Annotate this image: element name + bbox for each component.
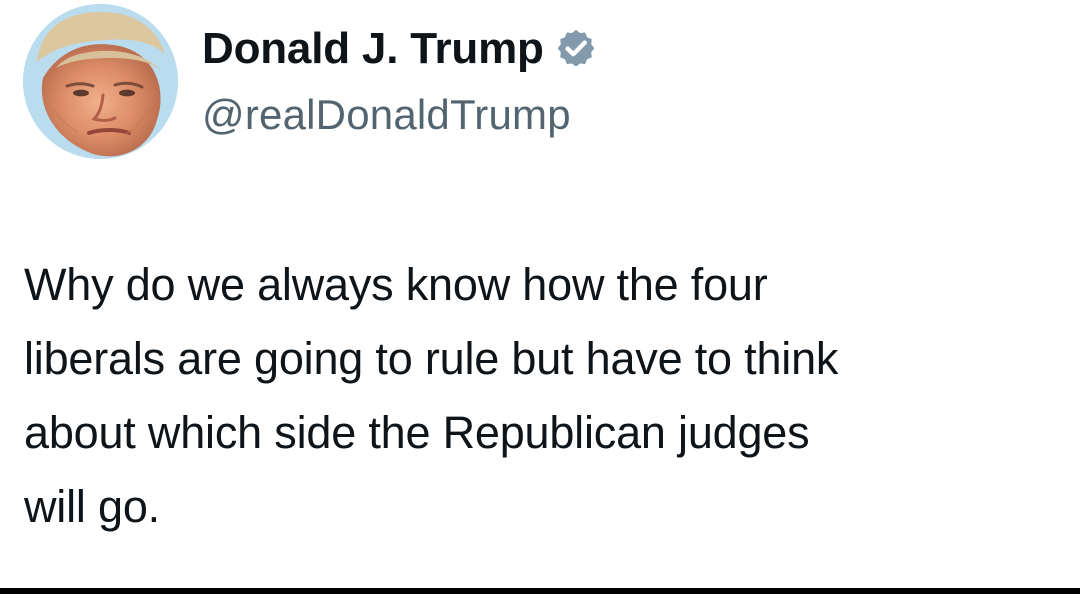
author-display-name[interactable]: Donald J. Trump [202, 18, 544, 80]
avatar-portrait-image [23, 4, 178, 159]
tweet-text: Why do we always know how the four liber… [24, 248, 1054, 544]
verified-badge-icon[interactable] [554, 27, 598, 71]
tweet-card: Donald J. Trump @realDonaldTrump Why do … [0, 0, 1080, 588]
author-identity: Donald J. Trump @realDonaldTrump [202, 18, 598, 140]
tweet-text-line: about which side the Republican judges [24, 407, 810, 458]
tweet-text-line: liberals are going to rule but have to t… [24, 333, 839, 384]
bottom-border [0, 588, 1080, 594]
author-name-row: Donald J. Trump [202, 18, 598, 80]
author-avatar[interactable] [23, 4, 178, 159]
author-handle[interactable]: @realDonaldTrump [202, 90, 598, 140]
tweet-text-line: Why do we always know how the four [24, 259, 768, 310]
tweet-text-line: will go. [24, 481, 160, 532]
